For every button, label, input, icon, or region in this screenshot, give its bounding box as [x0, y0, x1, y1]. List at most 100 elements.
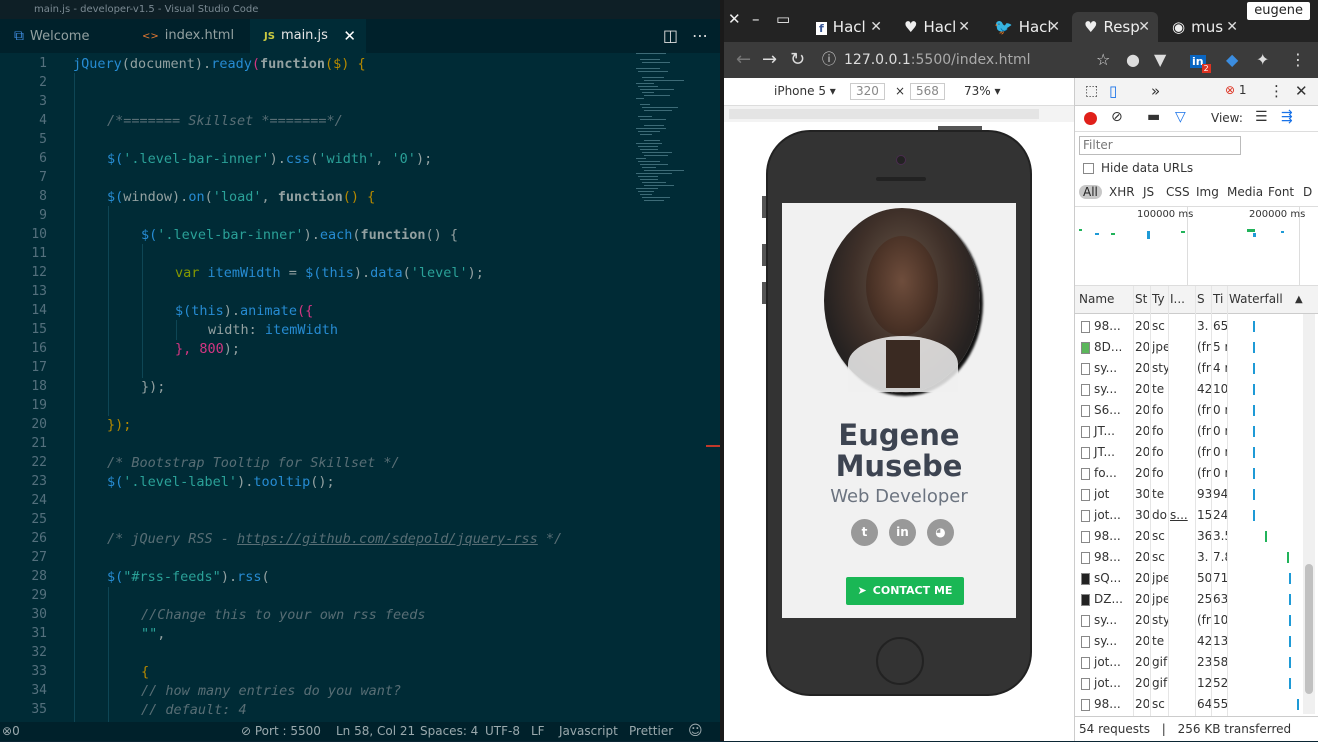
site-info-icon[interactable]: ⓘ	[822, 47, 836, 73]
chrome-tab-2[interactable]: ♥ Hacl ✕	[892, 12, 978, 42]
network-request-row[interactable]: sy... 20 te 42 10	[1075, 379, 1318, 400]
chrome-tab-1[interactable]: f Hacl ✕	[804, 12, 890, 42]
col-size[interactable]: S	[1197, 292, 1205, 306]
record-icon[interactable]	[1084, 112, 1097, 125]
minimize-window-icon[interactable]: –	[752, 10, 760, 28]
chrome-tab-3[interactable]: 🐦 Hacl ✕	[982, 12, 1068, 42]
inspect-element-icon[interactable]: ⬚	[1085, 83, 1098, 99]
chrome-tab-5[interactable]: ◉ mus ✕	[1160, 12, 1246, 42]
extension-tag-icon[interactable]: ◆	[1226, 42, 1238, 78]
hide-data-urls-checkbox[interactable]	[1083, 163, 1094, 174]
error-counter[interactable]: ⊗ 1	[1225, 83, 1247, 97]
overview-icon[interactable]: ⇶	[1281, 109, 1293, 125]
network-overview[interactable]: 100000 ms 200000 ms	[1075, 206, 1318, 287]
contact-me-button[interactable]: ➤ CONTACT ME	[846, 577, 964, 605]
network-request-row[interactable]: fo... 20 fo (fr 0 r	[1075, 463, 1318, 484]
close-tab-icon[interactable]: ✕	[1226, 12, 1238, 42]
forward-arrow-icon[interactable]: →	[762, 42, 777, 78]
reload-icon[interactable]: ↻	[790, 42, 805, 78]
request-list-scrollbar[interactable]	[1303, 314, 1315, 714]
close-tab-icon[interactable]: ✕	[1048, 12, 1060, 42]
problems-count[interactable]: ⊗0	[2, 722, 20, 741]
capture-screenshots-icon[interactable]: ▬	[1147, 109, 1160, 125]
clear-icon[interactable]: ⊘	[1111, 109, 1123, 125]
scrollbar-thumb[interactable]	[1305, 564, 1313, 694]
network-request-row[interactable]: JT... 20 fo (fr 0 r	[1075, 442, 1318, 463]
cursor-position[interactable]: Ln 58, Col 21	[336, 722, 415, 741]
feedback-smiley-icon[interactable]: ☺	[688, 722, 703, 741]
device-height-input[interactable]: 568	[910, 83, 945, 100]
type-font[interactable]: Font	[1268, 185, 1294, 199]
type-media[interactable]: Media	[1227, 185, 1263, 199]
type-all[interactable]: All	[1079, 185, 1102, 199]
live-server-port[interactable]: ⊘ Port : 5500	[241, 722, 321, 741]
address-bar[interactable]: ⓘ 127.0.0.1:5500/index.html	[814, 47, 1118, 73]
network-request-row[interactable]: 98...20sc3.7.8	[1075, 547, 1318, 568]
device-toggle-icon[interactable]: ▯	[1109, 82, 1117, 100]
type-xhr[interactable]: XHR	[1109, 185, 1135, 199]
tab-index-html[interactable]: <> index.html	[128, 19, 250, 53]
col-type[interactable]: Ty	[1152, 292, 1165, 306]
col-time[interactable]: Ti	[1213, 292, 1223, 306]
close-tab-icon[interactable]: ✕	[343, 19, 356, 53]
filter-input[interactable]: Filter	[1079, 136, 1241, 155]
type-css[interactable]: CSS	[1166, 185, 1190, 199]
close-window-icon[interactable]: ✕	[728, 10, 741, 28]
indentation[interactable]: Spaces: 4	[420, 722, 478, 741]
github-icon[interactable]: ◕	[927, 519, 954, 546]
network-request-row[interactable]: sy... 20 sty (fr 10	[1075, 610, 1318, 631]
chrome-tab-4-active[interactable]: ♥ Resp ✕	[1072, 12, 1158, 42]
col-initiator[interactable]: I...	[1170, 292, 1185, 306]
bookmark-star-icon[interactable]: ☆	[1096, 42, 1110, 78]
network-request-row[interactable]: sy... 20 sty (fr 4 r	[1075, 358, 1318, 379]
extension-puzzle-icon[interactable]: ✦	[1256, 42, 1269, 78]
network-request-row[interactable]: S6... 20 fo (fr 0 r	[1075, 400, 1318, 421]
encoding[interactable]: UTF-8	[485, 722, 520, 741]
chrome-menu-icon[interactable]: ⋮	[1290, 42, 1306, 78]
back-arrow-icon[interactable]: ←	[736, 42, 751, 78]
network-request-row[interactable]: JT... 20 fo (fr 0 r	[1075, 421, 1318, 442]
rss-link[interactable]: https://github.com/sdepold/jquery-rss	[237, 531, 538, 547]
col-status[interactable]: St	[1135, 292, 1147, 306]
device-width-input[interactable]: 320	[850, 83, 885, 100]
more-tabs[interactable]: »	[1151, 82, 1160, 100]
network-request-row[interactable]: 8D... 20 jpe (fr 5 r	[1075, 337, 1318, 358]
network-request-row[interactable]: 98... 20 sc 64 55	[1075, 694, 1318, 715]
large-rows-icon[interactable]: ☰	[1255, 109, 1268, 125]
close-tab-icon[interactable]: ✕	[1138, 12, 1150, 42]
network-request-row[interactable]: jot... 20 gif 12 52	[1075, 673, 1318, 694]
split-editor-icon[interactable]: ◫	[663, 26, 678, 45]
end-of-line[interactable]: LF	[531, 722, 545, 741]
network-request-row[interactable]: 98... 20 sc 3. 65	[1075, 316, 1318, 337]
network-request-row[interactable]: jot 30 te 93 94	[1075, 484, 1318, 505]
tab-welcome[interactable]: ⧉ Welcome	[0, 19, 128, 53]
more-actions-icon[interactable]: ⋯	[692, 26, 708, 45]
linkedin-icon[interactable]: in	[889, 519, 916, 546]
linkedin-extension-icon[interactable]: in2	[1190, 42, 1215, 78]
network-request-row[interactable]: DZ... 20 jpe 25 63	[1075, 589, 1318, 610]
tab-main-js[interactable]: JS main.js ✕	[250, 19, 366, 53]
twitter-icon[interactable]: t	[851, 519, 878, 546]
devtools-menu-icon[interactable]: ⋮	[1269, 82, 1284, 100]
close-tab-icon[interactable]: ✕	[870, 12, 882, 42]
code-editor[interactable]: 1 2 3 4 5 6 7 8 9 10 11 12 13 14 15 16 17 18 19 20 21 22 23 24 2…	[0, 53, 720, 722]
extension-circle-icon[interactable]: ●	[1126, 42, 1140, 78]
type-js[interactable]: JS	[1143, 185, 1154, 199]
network-request-row[interactable]: sy... 20 te 42 13	[1075, 631, 1318, 652]
close-tab-icon[interactable]: ✕	[958, 12, 970, 42]
maximize-window-icon[interactable]: ▭	[776, 10, 790, 28]
close-devtools-icon[interactable]: ✕	[1295, 82, 1308, 100]
device-select[interactable]: iPhone 5 ▾	[774, 84, 836, 98]
minimap[interactable]	[636, 53, 706, 203]
network-request-row[interactable]: jot... 30 do s... 15 24	[1075, 505, 1318, 526]
network-request-row[interactable]: 98...20sc363.5	[1075, 526, 1318, 547]
network-request-row[interactable]: jot... 20 gif 23 58	[1075, 652, 1318, 673]
zoom-select[interactable]: 73% ▾	[964, 84, 1001, 98]
language-mode[interactable]: Javascript	[559, 722, 618, 741]
formatter[interactable]: Prettier	[629, 722, 673, 741]
network-request-row[interactable]: sQ... 20 jpe 50 71	[1075, 568, 1318, 589]
type-img[interactable]: Img	[1196, 185, 1219, 199]
profile-button[interactable]: eugene	[1247, 2, 1310, 20]
filter-icon[interactable]: ▽	[1175, 109, 1186, 125]
sort-up-icon[interactable]: ▲	[1295, 294, 1303, 305]
